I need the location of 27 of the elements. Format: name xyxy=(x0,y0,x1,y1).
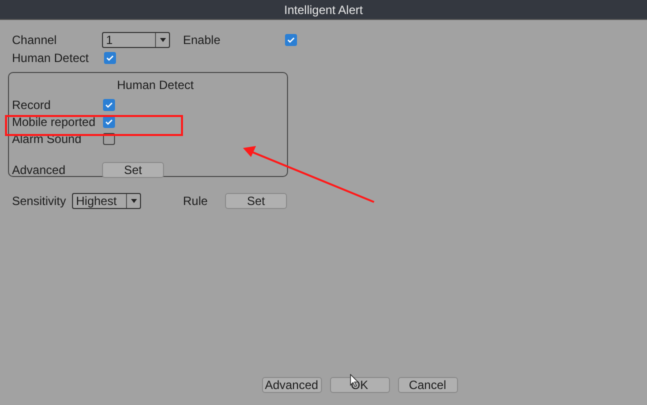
channel-select[interactable]: 1 xyxy=(102,32,170,48)
rule-label: Rule xyxy=(183,195,209,207)
checkbox[interactable] xyxy=(103,133,115,145)
button[interactable]: Advanced xyxy=(262,377,322,393)
checkmark-icon xyxy=(287,36,295,44)
checkmark-icon xyxy=(105,101,113,109)
checkbox[interactable] xyxy=(104,52,116,64)
button[interactable]: Set xyxy=(225,193,287,209)
column-heading: Human Detect xyxy=(117,79,195,91)
checkbox[interactable] xyxy=(103,116,115,128)
checkmark-icon xyxy=(106,54,114,62)
button[interactable]: Set xyxy=(102,162,164,178)
button[interactable]: Cancel xyxy=(398,377,458,393)
dropdown-arrow-icon xyxy=(160,38,166,42)
checkmark-icon xyxy=(105,118,113,126)
window-title: Intelligent Alert xyxy=(284,2,363,18)
human-detect-label: Human Detect xyxy=(12,52,90,64)
option-label: Record xyxy=(12,99,52,111)
sensitivity-select[interactable]: Highest xyxy=(72,193,141,209)
option-label: Mobile reported xyxy=(12,116,96,128)
dropdown-arrow-icon xyxy=(130,199,136,203)
channel-label: Channel xyxy=(12,34,58,46)
sensitivity-label: Sensitivity xyxy=(12,195,68,207)
checkbox[interactable] xyxy=(103,99,115,111)
enable-label: Enable xyxy=(183,34,222,46)
checkbox[interactable] xyxy=(285,34,297,46)
advanced-label: Advanced xyxy=(12,164,66,176)
